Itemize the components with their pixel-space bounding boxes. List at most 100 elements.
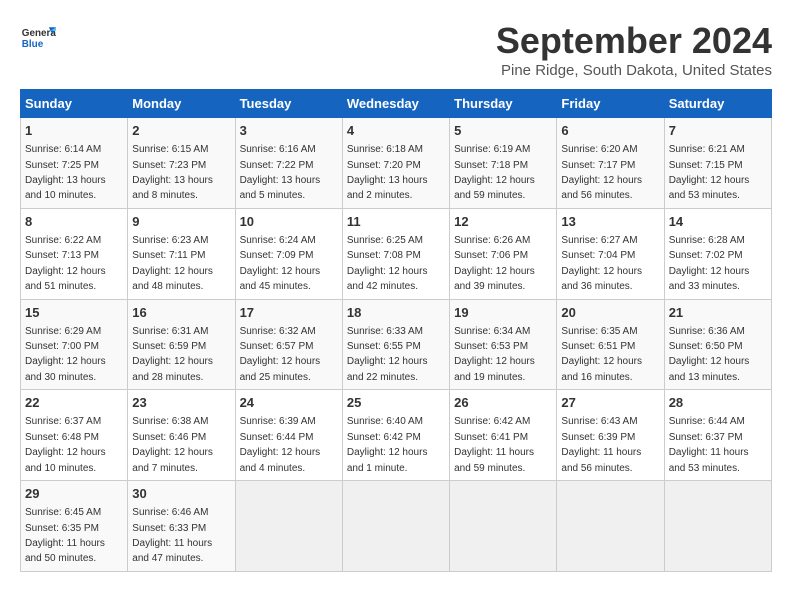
day-info: Sunrise: 6:45 AMSunset: 6:35 PMDaylight:… — [25, 507, 105, 564]
day-info: Sunrise: 6:26 AMSunset: 7:06 PMDaylight:… — [454, 235, 535, 292]
day-number: 29 — [25, 485, 123, 503]
day-cell — [342, 481, 449, 572]
day-info: Sunrise: 6:38 AMSunset: 6:46 PMDaylight:… — [132, 416, 213, 473]
day-info: Sunrise: 6:46 AMSunset: 6:33 PMDaylight:… — [132, 507, 212, 564]
day-number: 17 — [240, 304, 338, 322]
day-number: 2 — [132, 122, 230, 140]
day-cell: 25 Sunrise: 6:40 AMSunset: 6:42 PMDayligh… — [342, 390, 449, 481]
day-cell — [235, 481, 342, 572]
day-cell: 1 Sunrise: 6:14 AMSunset: 7:25 PMDaylight… — [21, 118, 128, 209]
day-number: 6 — [561, 122, 659, 140]
day-cell: 14 Sunrise: 6:28 AMSunset: 7:02 PMDayligh… — [664, 208, 771, 299]
header-row: SundayMondayTuesdayWednesdayThursdayFrid… — [21, 90, 772, 118]
col-header-monday: Monday — [128, 90, 235, 118]
day-cell: 17 Sunrise: 6:32 AMSunset: 6:57 PMDayligh… — [235, 299, 342, 390]
day-number: 25 — [347, 394, 445, 412]
calendar-table: SundayMondayTuesdayWednesdayThursdayFrid… — [20, 89, 772, 572]
day-cell: 8 Sunrise: 6:22 AMSunset: 7:13 PMDaylight… — [21, 208, 128, 299]
day-info: Sunrise: 6:18 AMSunset: 7:20 PMDaylight:… — [347, 144, 428, 201]
day-number: 19 — [454, 304, 552, 322]
day-cell: 29 Sunrise: 6:45 AMSunset: 6:35 PMDayligh… — [21, 481, 128, 572]
day-info: Sunrise: 6:33 AMSunset: 6:55 PMDaylight:… — [347, 326, 428, 383]
day-cell: 16 Sunrise: 6:31 AMSunset: 6:59 PMDayligh… — [128, 299, 235, 390]
day-info: Sunrise: 6:20 AMSunset: 7:17 PMDaylight:… — [561, 144, 642, 201]
day-cell: 5 Sunrise: 6:19 AMSunset: 7:18 PMDaylight… — [450, 118, 557, 209]
day-cell: 13 Sunrise: 6:27 AMSunset: 7:04 PMDayligh… — [557, 208, 664, 299]
logo: General Blue — [20, 20, 56, 56]
day-number: 4 — [347, 122, 445, 140]
day-info: Sunrise: 6:22 AMSunset: 7:13 PMDaylight:… — [25, 235, 106, 292]
day-info: Sunrise: 6:24 AMSunset: 7:09 PMDaylight:… — [240, 235, 321, 292]
day-cell: 20 Sunrise: 6:35 AMSunset: 6:51 PMDayligh… — [557, 299, 664, 390]
day-info: Sunrise: 6:14 AMSunset: 7:25 PMDaylight:… — [25, 144, 106, 201]
day-number: 16 — [132, 304, 230, 322]
day-info: Sunrise: 6:19 AMSunset: 7:18 PMDaylight:… — [454, 144, 535, 201]
day-info: Sunrise: 6:25 AMSunset: 7:08 PMDaylight:… — [347, 235, 428, 292]
day-cell: 2 Sunrise: 6:15 AMSunset: 7:23 PMDaylight… — [128, 118, 235, 209]
day-cell — [450, 481, 557, 572]
day-info: Sunrise: 6:42 AMSunset: 6:41 PMDaylight:… — [454, 416, 534, 473]
day-number: 15 — [25, 304, 123, 322]
day-info: Sunrise: 6:35 AMSunset: 6:51 PMDaylight:… — [561, 326, 642, 383]
day-info: Sunrise: 6:44 AMSunset: 6:37 PMDaylight:… — [669, 416, 749, 473]
day-cell: 26 Sunrise: 6:42 AMSunset: 6:41 PMDayligh… — [450, 390, 557, 481]
week-row-4: 22 Sunrise: 6:37 AMSunset: 6:48 PMDayligh… — [21, 390, 772, 481]
day-info: Sunrise: 6:36 AMSunset: 6:50 PMDaylight:… — [669, 326, 750, 383]
day-cell: 9 Sunrise: 6:23 AMSunset: 7:11 PMDaylight… — [128, 208, 235, 299]
day-info: Sunrise: 6:39 AMSunset: 6:44 PMDaylight:… — [240, 416, 321, 473]
day-cell — [664, 481, 771, 572]
day-number: 27 — [561, 394, 659, 412]
day-cell: 6 Sunrise: 6:20 AMSunset: 7:17 PMDaylight… — [557, 118, 664, 209]
day-number: 8 — [25, 213, 123, 231]
day-number: 24 — [240, 394, 338, 412]
page-header: General Blue September 2024 Pine Ridge, … — [20, 20, 772, 79]
day-info: Sunrise: 6:28 AMSunset: 7:02 PMDaylight:… — [669, 235, 750, 292]
day-number: 30 — [132, 485, 230, 503]
col-header-wednesday: Wednesday — [342, 90, 449, 118]
week-row-1: 1 Sunrise: 6:14 AMSunset: 7:25 PMDaylight… — [21, 118, 772, 209]
day-number: 28 — [669, 394, 767, 412]
day-number: 20 — [561, 304, 659, 322]
svg-text:Blue: Blue — [22, 39, 44, 50]
day-cell: 30 Sunrise: 6:46 AMSunset: 6:33 PMDayligh… — [128, 481, 235, 572]
day-cell: 23 Sunrise: 6:38 AMSunset: 6:46 PMDayligh… — [128, 390, 235, 481]
day-number: 14 — [669, 213, 767, 231]
col-header-saturday: Saturday — [664, 90, 771, 118]
day-number: 5 — [454, 122, 552, 140]
week-row-3: 15 Sunrise: 6:29 AMSunset: 7:00 PMDayligh… — [21, 299, 772, 390]
day-number: 23 — [132, 394, 230, 412]
day-cell: 4 Sunrise: 6:18 AMSunset: 7:20 PMDaylight… — [342, 118, 449, 209]
day-info: Sunrise: 6:43 AMSunset: 6:39 PMDaylight:… — [561, 416, 641, 473]
day-cell: 22 Sunrise: 6:37 AMSunset: 6:48 PMDayligh… — [21, 390, 128, 481]
col-header-tuesday: Tuesday — [235, 90, 342, 118]
day-info: Sunrise: 6:23 AMSunset: 7:11 PMDaylight:… — [132, 235, 213, 292]
day-number: 1 — [25, 122, 123, 140]
day-info: Sunrise: 6:21 AMSunset: 7:15 PMDaylight:… — [669, 144, 750, 201]
day-number: 3 — [240, 122, 338, 140]
day-number: 13 — [561, 213, 659, 231]
day-cell: 19Sunrise: 6:34 AMSunset: 6:53 PMDayligh… — [450, 299, 557, 390]
day-cell: 27 Sunrise: 6:43 AMSunset: 6:39 PMDayligh… — [557, 390, 664, 481]
day-info: Sunrise: 6:40 AMSunset: 6:42 PMDaylight:… — [347, 416, 428, 473]
day-info: Sunrise: 6:32 AMSunset: 6:57 PMDaylight:… — [240, 326, 321, 383]
day-number: 10 — [240, 213, 338, 231]
col-header-sunday: Sunday — [21, 90, 128, 118]
day-cell: 18 Sunrise: 6:33 AMSunset: 6:55 PMDayligh… — [342, 299, 449, 390]
day-info: Sunrise: 6:29 AMSunset: 7:00 PMDaylight:… — [25, 326, 106, 383]
day-number: 18 — [347, 304, 445, 322]
day-info: Sunrise: 6:37 AMSunset: 6:48 PMDaylight:… — [25, 416, 106, 473]
day-number: 21 — [669, 304, 767, 322]
day-cell: 11Sunrise: 6:25 AMSunset: 7:08 PMDayligh… — [342, 208, 449, 299]
day-info: Sunrise: 6:27 AMSunset: 7:04 PMDaylight:… — [561, 235, 642, 292]
day-number: 12 — [454, 213, 552, 231]
col-header-friday: Friday — [557, 90, 664, 118]
day-info: Sunrise: 6:15 AMSunset: 7:23 PMDaylight:… — [132, 144, 213, 201]
day-number: 26 — [454, 394, 552, 412]
day-number: 9 — [132, 213, 230, 231]
day-info: Sunrise: 6:31 AMSunset: 6:59 PMDaylight:… — [132, 326, 213, 383]
day-number: 22 — [25, 394, 123, 412]
day-cell: 12 Sunrise: 6:26 AMSunset: 7:06 PMDayligh… — [450, 208, 557, 299]
week-row-2: 8 Sunrise: 6:22 AMSunset: 7:13 PMDaylight… — [21, 208, 772, 299]
title-block: September 2024 Pine Ridge, South Dakota,… — [496, 20, 772, 79]
week-row-5: 29 Sunrise: 6:45 AMSunset: 6:35 PMDayligh… — [21, 481, 772, 572]
